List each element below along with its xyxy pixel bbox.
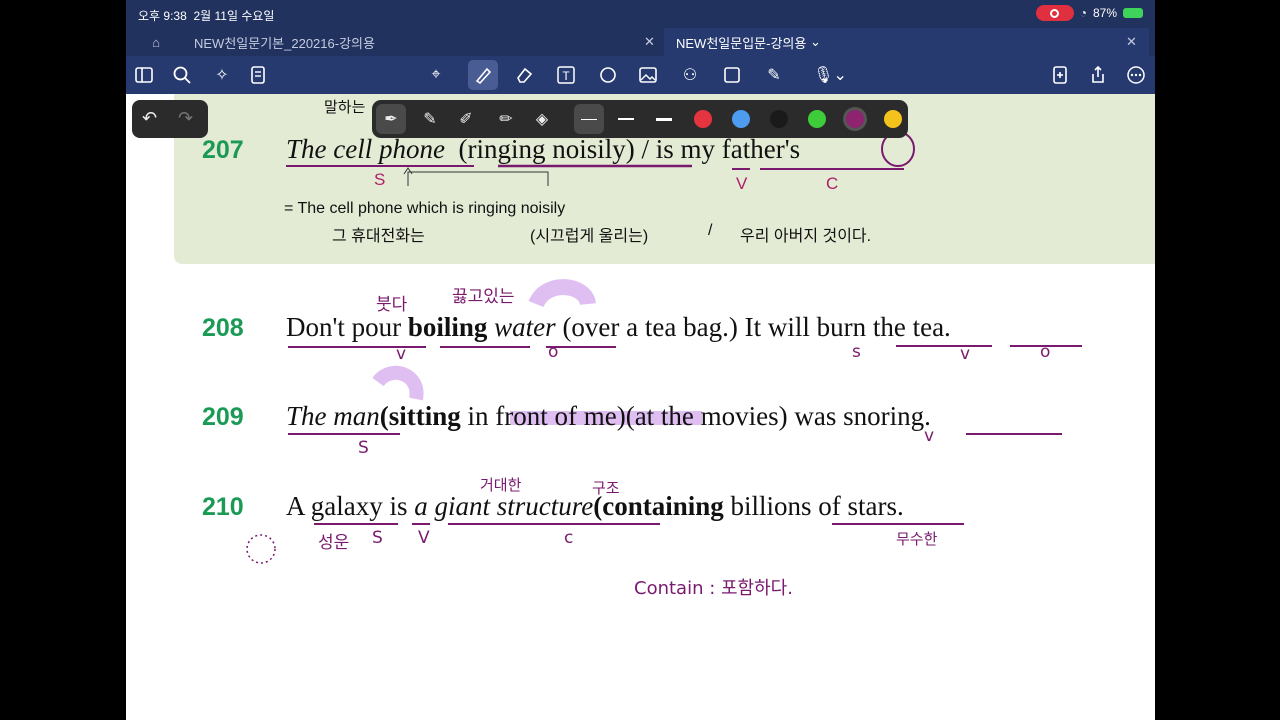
line-width-thin[interactable] <box>574 104 604 134</box>
record-indicator <box>1035 5 1074 21</box>
add-page-icon[interactable] <box>1048 63 1072 87</box>
tab-bar: ⌂ NEW천일문기본_220216-강의용 ✕ NEW천일문입문-강의용 ⌄ ✕ <box>126 28 1155 56</box>
line-width-thick[interactable] <box>656 118 672 121</box>
lasso-icon[interactable]: ⌖ <box>424 63 448 87</box>
sentence-208: Don't pour boiling water (over a tea bag… <box>286 312 951 342</box>
svg-text:T: T <box>562 69 570 83</box>
image-icon[interactable] <box>636 63 660 87</box>
status-bar: 오후 9:38 2월 11일 수요일 ◔ 87% <box>126 0 1155 28</box>
status-time: 오후 9:38 2월 11일 수요일 <box>138 9 275 23</box>
sentence-number-209: 209 <box>202 403 244 431</box>
tab-1[interactable]: NEW천일문입문-강의용 ⌄ <box>664 28 1149 56</box>
color-blue[interactable] <box>732 110 750 128</box>
microphone-icon[interactable]: 🎙︎⌄ <box>812 63 848 87</box>
tab-1-close-icon[interactable]: ✕ <box>1126 34 1137 50</box>
tab-0-close-icon[interactable]: ✕ <box>644 34 655 50</box>
eraser-icon[interactable] <box>512 63 536 87</box>
laser-pointer-icon[interactable]: ✎ <box>762 63 786 87</box>
shape-icon[interactable] <box>596 63 620 87</box>
sentence-number-208: 208 <box>202 314 244 342</box>
note-contain: Contain : 포함하다. <box>634 578 793 599</box>
sentence-209: The man(sitting in front of me)(at the m… <box>286 401 931 431</box>
redo-icon[interactable]: ↷ <box>178 108 193 129</box>
note-page[interactable]: 말하는 207 The cell phone (ringing noisily)… <box>126 94 1155 720</box>
fountain-pen-icon[interactable]: ✒ <box>376 104 406 134</box>
sentence-number-210: 210 <box>202 493 244 521</box>
brush-pen-icon[interactable]: ✐ <box>456 109 476 129</box>
elements-icon[interactable]: ⚇ <box>678 63 702 87</box>
battery-percent: 87% <box>1092 6 1117 20</box>
color-yellow[interactable] <box>884 110 902 128</box>
toolbar: ✧ ⌖ T ⚇ ✎ 🎙︎⌄ <box>126 56 1155 94</box>
highlighter-icon[interactable]: ✏ <box>496 109 516 129</box>
color-red[interactable] <box>694 110 712 128</box>
pen-toolbar: ✒ ✎ ✐ ✏ ◈ <box>372 100 908 138</box>
tab-0[interactable]: NEW천일문기본_220216-강의용 <box>194 28 654 56</box>
chevron-down-icon: ⌄ <box>809 34 821 49</box>
undo-icon[interactable]: ↶ <box>142 108 157 129</box>
document-icon[interactable] <box>246 63 270 87</box>
battery-icon <box>1123 8 1143 18</box>
shape-pen-icon[interactable]: ◈ <box>532 109 552 129</box>
home-icon[interactable]: ⌂ <box>144 28 168 56</box>
pen-tool-icon[interactable] <box>468 60 498 90</box>
search-icon[interactable] <box>170 63 194 87</box>
color-black[interactable] <box>770 110 788 128</box>
more-icon[interactable] <box>1124 63 1148 87</box>
sidebar-icon[interactable] <box>132 63 156 87</box>
color-green[interactable] <box>808 110 826 128</box>
undo-redo-bar: ↶ ↷ <box>132 100 208 138</box>
wifi-icon: ◔ <box>1079 6 1087 20</box>
share-icon[interactable] <box>1086 63 1110 87</box>
ai-sparkle-icon[interactable]: ✧ <box>210 63 234 87</box>
text-tool-icon[interactable]: T <box>554 63 578 87</box>
line-width-medium[interactable] <box>618 118 634 120</box>
sticky-note-icon[interactable] <box>720 63 744 87</box>
color-purple-selected[interactable] <box>846 110 864 128</box>
ball-pen-icon[interactable]: ✎ <box>420 109 440 129</box>
